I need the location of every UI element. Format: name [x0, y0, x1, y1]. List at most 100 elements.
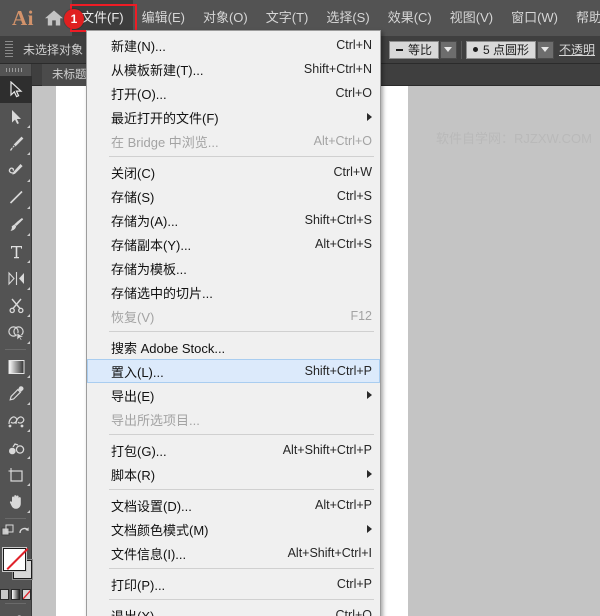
- swap-arrow-icon[interactable]: [18, 524, 30, 542]
- menu-row-label: 新建(N)...: [111, 38, 166, 54]
- menu-item-view[interactable]: 视图(V): [441, 0, 502, 36]
- hand-tool[interactable]: [0, 488, 32, 515]
- eyedropper-tool[interactable]: [0, 380, 32, 407]
- menu-row-shortcut: Shift+Ctrl+S: [304, 213, 372, 227]
- direct-selection-tool[interactable]: [0, 103, 32, 130]
- arrange-icon[interactable]: [1, 524, 15, 543]
- selection-tool[interactable]: [0, 76, 32, 103]
- menu-row-label: 存储副本(Y)...: [111, 237, 192, 253]
- menu-row[interactable]: 最近打开的文件(F): [87, 105, 380, 129]
- artboard-tool[interactable]: [0, 461, 32, 488]
- ratio-field[interactable]: 等比: [388, 40, 439, 59]
- submenu-arrow-icon: [367, 470, 372, 478]
- fill-none-swatch[interactable]: [3, 548, 26, 571]
- submenu-arrow-icon: [367, 113, 372, 121]
- blend-tool[interactable]: [0, 407, 32, 434]
- submenu-arrow-icon: [367, 525, 372, 533]
- toolbox-divider-3: [5, 603, 26, 604]
- menu-row-shortcut: Alt+Shift+Ctrl+I: [287, 546, 372, 560]
- ai-logo: Ai: [12, 6, 34, 30]
- menu-row-shortcut: Ctrl+S: [336, 189, 372, 203]
- flyout-triangle-icon: [27, 179, 30, 182]
- menu-row[interactable]: 退出(X) Ctrl+Q: [87, 603, 380, 616]
- ratio-dropdown-caret[interactable]: [439, 40, 457, 59]
- menu-row[interactable]: 导出(E): [87, 383, 380, 407]
- symbol-sprayer-tool[interactable]: [0, 434, 32, 461]
- menu-row[interactable]: 存储为(A)... Shift+Ctrl+S: [87, 208, 380, 232]
- menu-separator: [109, 599, 374, 600]
- menu-row-label: 在 Bridge 中浏览...: [111, 134, 219, 150]
- menu-row-label: 关闭(C): [111, 165, 156, 181]
- menu-row[interactable]: 存储副本(Y)... Alt+Ctrl+S: [87, 232, 380, 256]
- menu-row[interactable]: 搜索 Adobe Stock...: [87, 335, 380, 359]
- scissors-tool[interactable]: [0, 292, 32, 319]
- menu-separator: [109, 489, 374, 490]
- menu-row-shortcut: Ctrl+P: [336, 577, 372, 591]
- file-dropdown-menu[interactable]: 新建(N)... Ctrl+N 从模板新建(T)... Shift+Ctrl+N 打开(…: [86, 30, 381, 616]
- menu-row-label: 文档颜色模式(M): [111, 522, 209, 538]
- menu-row-label: 导出(E): [111, 388, 155, 404]
- menu-row-shortcut: Alt+Shift+Ctrl+P: [282, 443, 372, 457]
- paintbrush-tool[interactable]: [0, 211, 32, 238]
- menu-item-help[interactable]: 帮助(H): [567, 0, 600, 36]
- flyout-triangle-icon: [27, 233, 30, 236]
- flyout-triangle-icon: [27, 152, 30, 155]
- menu-row-label: 从模板新建(T)...: [111, 62, 204, 78]
- menu-row[interactable]: 存储为模板...: [87, 256, 380, 280]
- color-swatches[interactable]: [0, 546, 32, 586]
- menu-row-shortcut: Ctrl+Q: [335, 608, 372, 616]
- color-swatch-button[interactable]: [0, 589, 9, 600]
- stroke-dropdown-caret[interactable]: [536, 40, 554, 59]
- menu-separator: [109, 434, 374, 435]
- menu-row[interactable]: 新建(N)... Ctrl+N: [87, 33, 380, 57]
- flyout-triangle-icon: [27, 402, 30, 405]
- menu-row-label: 存储选中的切片...: [111, 285, 213, 301]
- menu-row[interactable]: 文档颜色模式(M): [87, 517, 380, 541]
- menu-row[interactable]: 打开(O)... Ctrl+O: [87, 81, 380, 105]
- menu-row[interactable]: 文档设置(D)... Alt+Ctrl+P: [87, 493, 380, 517]
- line-segment-tool[interactable]: [0, 184, 32, 211]
- stroke-profile-field[interactable]: 5 点圆形: [465, 40, 536, 59]
- menu-separator: [109, 331, 374, 332]
- menu-row-shortcut: Ctrl+N: [336, 38, 372, 52]
- shape-builder-tool[interactable]: [0, 319, 32, 346]
- gradient-swatch-button[interactable]: [11, 589, 20, 600]
- menu-row: 在 Bridge 中浏览... Alt+Ctrl+O: [87, 129, 380, 153]
- drawing-mode-button[interactable]: [0, 607, 32, 616]
- menu-row[interactable]: 文件信息(I)... Alt+Shift+Ctrl+I: [87, 541, 380, 565]
- menu-row[interactable]: 打包(G)... Alt+Shift+Ctrl+P: [87, 438, 380, 462]
- home-icon[interactable]: [44, 0, 64, 36]
- gradient-tool[interactable]: [0, 353, 32, 380]
- opacity-label[interactable]: 不透明: [554, 41, 600, 58]
- menu-row[interactable]: 打印(P)... Ctrl+P: [87, 572, 380, 596]
- menu-row[interactable]: 存储(S) Ctrl+S: [87, 184, 380, 208]
- menu-row[interactable]: 从模板新建(T)... Shift+Ctrl+N: [87, 57, 380, 81]
- flyout-triangle-icon: [27, 314, 30, 317]
- submenu-arrow-icon: [367, 391, 372, 399]
- reflect-tool[interactable]: [0, 265, 32, 292]
- watermark-text: 软件自学网：RJZXW.COM: [436, 131, 592, 146]
- toolbox: [0, 64, 32, 616]
- flyout-triangle-icon: [27, 287, 30, 290]
- menu-row[interactable]: 存储选中的切片...: [87, 280, 380, 304]
- menu-row-shortcut: Alt+Ctrl+O: [313, 134, 372, 148]
- flyout-triangle-icon: [27, 429, 30, 432]
- selection-status-label: 未选择对象: [23, 43, 84, 57]
- step-badge-1: 1: [64, 9, 84, 29]
- menu-row-label: 文件信息(I)...: [111, 546, 187, 562]
- stroke-profile-value: 5 点圆形: [482, 42, 529, 57]
- pen-tool[interactable]: [0, 130, 32, 157]
- curvature-tool[interactable]: [0, 157, 32, 184]
- type-tool[interactable]: [0, 238, 32, 265]
- menu-row[interactable]: 置入(L)... Shift+Ctrl+P: [87, 359, 380, 383]
- none-swatch-button[interactable]: [22, 589, 31, 600]
- menu-row[interactable]: 脚本(R): [87, 462, 380, 486]
- menu-item-effect[interactable]: 效果(C): [379, 0, 441, 36]
- toolbox-drag-handle[interactable]: [6, 68, 22, 72]
- menu-item-window[interactable]: 窗口(W): [502, 0, 567, 36]
- menu-separator: [109, 568, 374, 569]
- control-bar-grip[interactable]: [5, 40, 13, 59]
- menu-row-label: 存储为模板...: [111, 261, 187, 277]
- menu-row[interactable]: 关闭(C) Ctrl+W: [87, 160, 380, 184]
- menu-row-label: 打包(G)...: [111, 443, 167, 459]
